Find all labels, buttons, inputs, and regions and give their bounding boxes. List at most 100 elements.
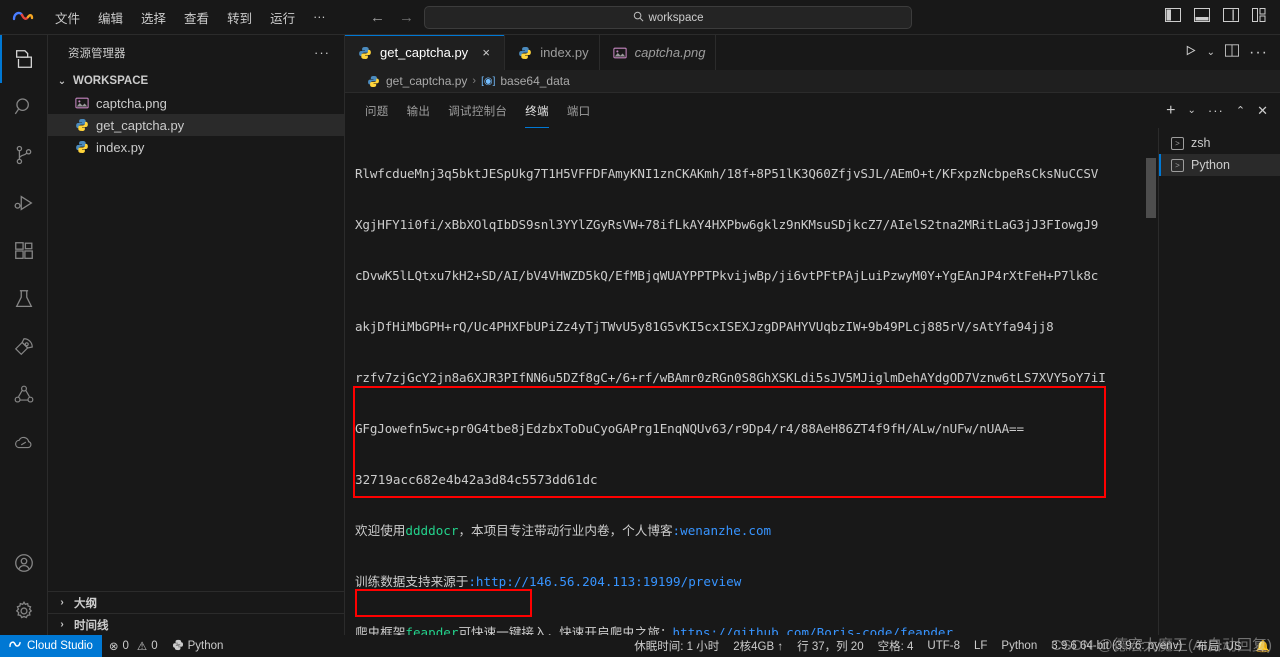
menu-go[interactable]: 转到 — [218, 5, 261, 30]
activity-search[interactable] — [0, 83, 48, 131]
panel-tab-ports[interactable]: 端口 — [567, 93, 591, 128]
command-center-text: workspace — [648, 11, 704, 24]
tab-label: get_captcha.py — [380, 45, 469, 60]
terminal-instance-python[interactable]: > Python — [1159, 154, 1280, 176]
terminal-scrollbar-thumb[interactable] — [1146, 158, 1156, 218]
sidebar-more-actions-icon[interactable]: ··· — [314, 45, 330, 60]
workbench-body: 资源管理器 ··· ⌄ WORKSPACE captcha.png get_ca… — [0, 35, 1280, 657]
search-icon — [633, 11, 644, 24]
python-file-icon — [74, 139, 90, 155]
activity-extensions[interactable] — [0, 227, 48, 275]
terminal-output[interactable]: RlwfcdueMnj3q5bktJESpUkg7T1H5VFFDFAmyKNI… — [345, 128, 1158, 657]
status-cursor-position[interactable]: 行 37，列 20 — [790, 635, 870, 657]
activity-cloud[interactable] — [0, 419, 48, 467]
sidebar-section-timeline[interactable]: › 时间线 — [48, 613, 344, 635]
status-encoding[interactable]: UTF-8 — [920, 635, 967, 657]
python-file-icon — [74, 117, 90, 133]
sidebar-section-outline[interactable]: › 大纲 — [48, 591, 344, 613]
train-link[interactable]: :http://146.56.204.113:19199/preview — [468, 574, 741, 589]
panel-body: RlwfcdueMnj3q5bktJESpUkg7T1H5VFFDFAmyKNI… — [345, 128, 1280, 657]
status-resources[interactable]: 2核4GB ↑ — [726, 635, 790, 657]
status-notifications-bell-icon[interactable]: 🔔 — [1249, 635, 1280, 657]
status-eol[interactable]: LF — [967, 635, 994, 657]
activity-collaborate[interactable] — [0, 371, 48, 419]
file-item-get-captcha-py[interactable]: get_captcha.py — [48, 114, 344, 136]
activity-bar — [0, 35, 48, 635]
chevron-down-icon[interactable]: ⌄ — [1207, 47, 1215, 58]
file-item-index-py[interactable]: index.py — [48, 136, 344, 158]
terminal-line: GFgJowefn5wc+pr0G4tbe8jEdzbxToDuCyoGAPrg… — [355, 421, 1024, 436]
activity-run-and-debug[interactable] — [0, 179, 48, 227]
menu-selection[interactable]: 选择 — [132, 5, 175, 30]
tab-index-py[interactable]: index.py — [505, 35, 600, 70]
sidebar-header: 资源管理器 ··· — [48, 35, 344, 70]
status-indentation[interactable]: 空格: 4 — [871, 635, 921, 657]
python-file-icon — [357, 45, 373, 61]
status-language-mode[interactable]: Python — [994, 635, 1044, 657]
terminal-line-welcome: 欢迎使用ddddocr，本项目专注带动行业内卷，个人博客:wenanzhe.co… — [355, 522, 1158, 539]
command-center[interactable]: workspace — [424, 6, 912, 29]
status-problems[interactable]: ⊗ 0 ⚠ 0 — [102, 635, 165, 657]
error-count: 0 — [122, 640, 129, 652]
panel-tab-terminal[interactable]: 终端 — [525, 93, 549, 128]
customize-layout-icon[interactable] — [1252, 8, 1268, 27]
file-item-captcha-png[interactable]: captcha.png — [48, 92, 344, 114]
close-panel-icon[interactable]: ✕ — [1257, 103, 1268, 119]
file-label: get_captcha.py — [96, 117, 185, 133]
chevron-down-icon: ⌄ — [57, 75, 67, 87]
workspace-root-row[interactable]: ⌄ WORKSPACE — [48, 70, 344, 92]
variable-symbol-icon: [◉] — [481, 75, 496, 87]
activity-testing[interactable] — [0, 275, 48, 323]
train-pre: 训练数据支持来源于 — [355, 574, 469, 589]
terminal-icon: > — [1171, 158, 1184, 172]
image-file-icon — [74, 95, 90, 111]
chevron-down-icon[interactable]: ⌄ — [1187, 105, 1195, 116]
status-interpreter[interactable]: Python — [165, 635, 231, 657]
breadcrumb-file[interactable]: get_captcha.py — [386, 74, 467, 88]
back-arrow-icon[interactable]: ← — [370, 8, 385, 27]
terminal-icon: > — [1171, 136, 1184, 150]
panel-tab-problems[interactable]: 问题 — [365, 93, 389, 128]
close-icon[interactable]: × — [478, 45, 494, 60]
forward-arrow-icon[interactable]: → — [399, 8, 414, 27]
run-icon[interactable] — [1184, 44, 1197, 62]
toggle-panel-icon[interactable] — [1194, 8, 1210, 27]
editor-more-actions-icon[interactable]: ··· — [1249, 44, 1268, 62]
activity-deploy[interactable] — [0, 323, 48, 371]
terminal-instance-zsh[interactable]: > zsh — [1159, 132, 1280, 154]
add-terminal-icon[interactable]: + — [1166, 102, 1175, 120]
sidebar-collapsed-sections: › 大纲 › 时间线 — [48, 591, 344, 635]
tab-captcha-png[interactable]: captcha.png — [599, 35, 717, 70]
toggle-primary-sidebar-icon[interactable] — [1165, 8, 1181, 27]
tab-get-captcha-py[interactable]: get_captcha.py × — [345, 35, 506, 70]
terminal-line: XgjHFY1i0fi/xBbXOlqIbDS9snl3YYlZGyRsVW+7… — [355, 217, 1099, 232]
panel-tab-output[interactable]: 输出 — [407, 93, 431, 128]
menu-run[interactable]: 运行 — [261, 5, 304, 30]
toggle-secondary-sidebar-icon[interactable] — [1223, 8, 1239, 27]
panel-tabs: 问题 输出 调试控制台 终端 端口 + ⌄ ··· ⌃ ✕ — [345, 93, 1280, 128]
menu-view[interactable]: 查看 — [175, 5, 218, 30]
menu-more[interactable]: ··· — [304, 7, 335, 27]
status-sleep-time[interactable]: 休眠时间: 1 小时 — [627, 635, 726, 657]
blog-link[interactable]: :wenanzhe.com — [673, 523, 772, 538]
status-remote-host[interactable]: Cloud Studio — [0, 635, 102, 657]
status-keyboard-layout[interactable]: 布局: US — [1189, 635, 1248, 657]
panel-tab-debug-console[interactable]: 调试控制台 — [448, 93, 507, 128]
activity-explorer[interactable] — [0, 35, 48, 83]
maximize-panel-icon[interactable]: ⌃ — [1236, 104, 1245, 117]
split-editor-icon[interactable] — [1225, 43, 1240, 62]
sidebar-title: 资源管理器 — [68, 47, 126, 60]
activity-settings[interactable] — [0, 587, 48, 635]
status-python-version[interactable]: 3.9.6 64-bit (3.9.6: pyenv) — [1044, 635, 1189, 657]
remote-label: Cloud Studio — [27, 640, 93, 652]
bottom-panel: 问题 输出 调试控制台 终端 端口 + ⌄ ··· ⌃ ✕ RlwfcdueMn… — [345, 92, 1280, 657]
menu-edit[interactable]: 编辑 — [89, 5, 132, 30]
menu-file[interactable]: 文件 — [46, 5, 89, 30]
image-file-icon — [612, 45, 628, 61]
terminal-scrollbar[interactable] — [1146, 128, 1156, 657]
activity-account[interactable] — [0, 539, 48, 587]
breadcrumb-symbol[interactable]: base64_data — [500, 74, 569, 88]
remote-icon — [9, 639, 22, 653]
activity-source-control[interactable] — [0, 131, 48, 179]
panel-more-actions-icon[interactable]: ··· — [1208, 103, 1224, 118]
